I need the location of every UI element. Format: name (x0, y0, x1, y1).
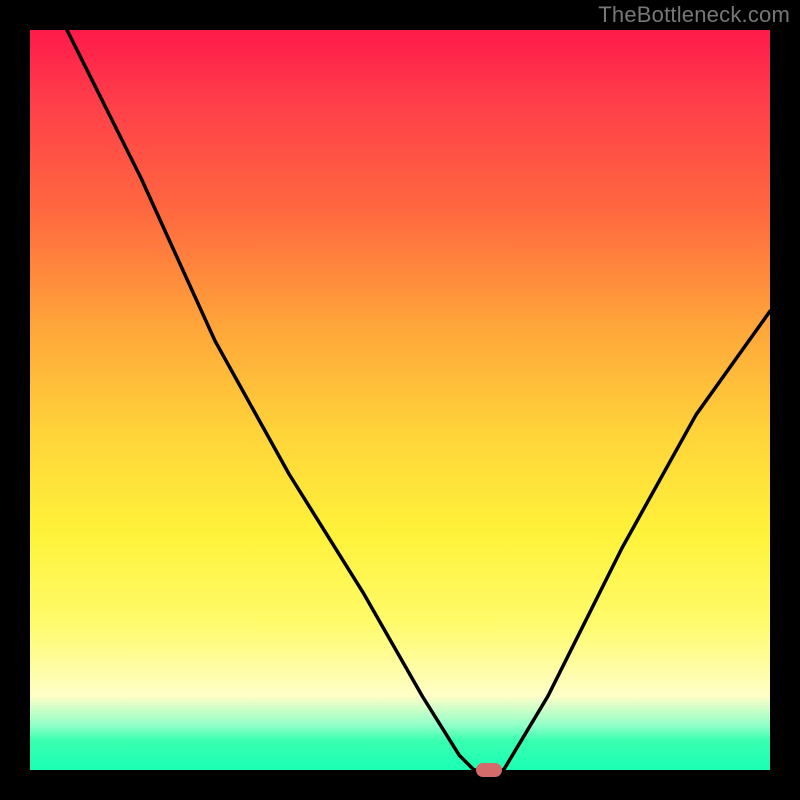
chart-container: TheBottleneck.com (0, 0, 800, 800)
watermark-label: TheBottleneck.com (598, 2, 790, 28)
optimum-marker (476, 763, 502, 777)
plot-area (30, 30, 770, 770)
curve-path (67, 30, 770, 770)
bottleneck-curve (30, 30, 770, 770)
